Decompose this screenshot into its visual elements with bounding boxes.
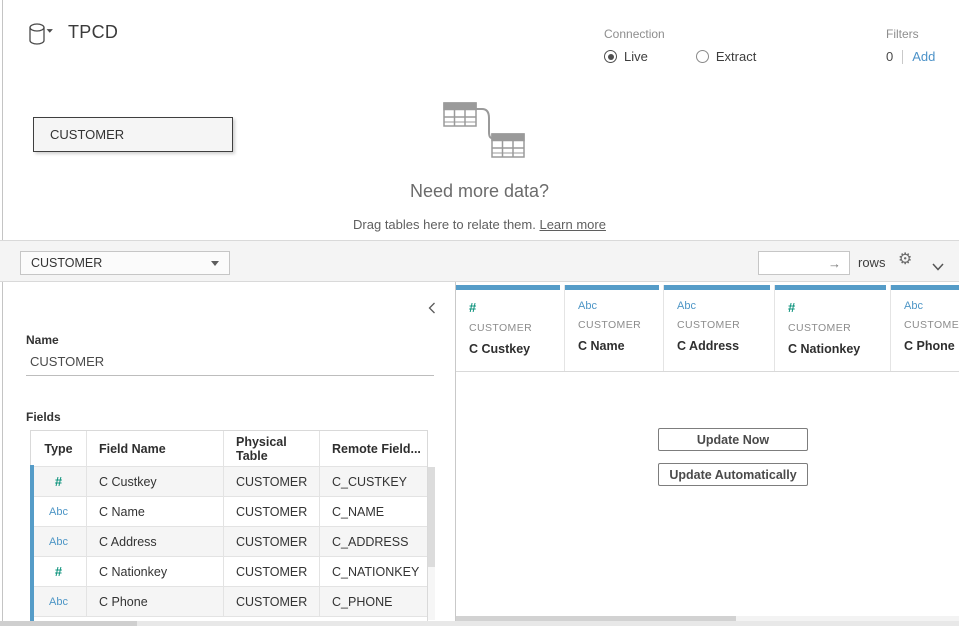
number-type-icon[interactable]: #	[31, 474, 86, 489]
grid-column-c-nationkey[interactable]: # CUSTOMER C Nationkey	[775, 285, 891, 371]
string-type-icon: Abc	[578, 300, 663, 312]
canvas-table-customer[interactable]: CUSTOMER	[33, 117, 233, 152]
update-automatically-button[interactable]: Update Automatically	[658, 463, 808, 486]
caret-down-icon	[47, 29, 53, 33]
grid-column-c-name[interactable]: Abc CUSTOMER C Name	[565, 285, 664, 371]
name-label: Name	[26, 333, 59, 347]
grid-column-c-address[interactable]: Abc CUSTOMER C Address	[664, 285, 775, 371]
divider	[902, 50, 903, 64]
empty-state-title: Need more data?	[0, 181, 959, 202]
filters-count: 0	[886, 49, 893, 64]
table-row[interactable]: Abc C Phone CUSTOMER C_PHONE	[31, 586, 427, 616]
preview-toolbar: CUSTOMER → rows ⚙	[0, 241, 959, 282]
data-preview-grid: # CUSTOMER C Custkey Abc CUSTOMER C Name…	[456, 282, 959, 626]
string-type-icon[interactable]: Abc	[31, 536, 86, 548]
string-type-icon[interactable]: Abc	[31, 506, 86, 518]
name-value-input[interactable]: CUSTOMER	[30, 354, 104, 369]
radio-extract[interactable]: Extract	[696, 49, 756, 64]
database-icon	[28, 22, 58, 48]
tableau-datasource-page: TPCD Connection Live Extract Filters 0 A…	[0, 0, 959, 626]
rows-count-input[interactable]: →	[758, 251, 850, 275]
divider	[26, 375, 434, 376]
table-selector-dropdown[interactable]: CUSTOMER	[20, 251, 230, 275]
table-row[interactable]: # C Nationkey CUSTOMER C_NATIONKEY	[31, 556, 427, 586]
collapse-panel-icon[interactable]	[428, 301, 436, 319]
relate-tables-illustration	[438, 96, 530, 169]
grid-column-c-custkey[interactable]: # CUSTOMER C Custkey	[456, 285, 565, 371]
bottom-scrollbar-thumb[interactable]	[0, 621, 137, 626]
column-header-type[interactable]: Type	[31, 442, 86, 456]
radio-live[interactable]: Live	[604, 49, 648, 64]
column-accent-bar	[664, 285, 770, 290]
column-accent-bar	[891, 285, 959, 290]
connection-label: Connection	[604, 27, 804, 41]
string-type-icon[interactable]: Abc	[31, 596, 86, 608]
datasource-menu-button[interactable]	[28, 22, 58, 48]
divider	[456, 371, 959, 372]
number-type-icon: #	[469, 300, 564, 315]
radio-unselected-icon[interactable]	[696, 50, 709, 63]
table-row[interactable]: Abc C Address CUSTOMER C_ADDRESS	[31, 526, 427, 556]
fields-label: Fields	[26, 410, 61, 424]
column-accent-bar	[775, 285, 886, 290]
filters-section: Filters 0 Add	[886, 27, 935, 64]
grid-column-c-phone[interactable]: Abc CUSTOMER C Phone	[891, 285, 959, 371]
bottom-scrollbar-track[interactable]	[0, 621, 959, 626]
rows-label: rows	[858, 255, 885, 270]
column-accent-bar	[456, 285, 560, 290]
number-type-icon: #	[788, 300, 890, 315]
fields-table: Type Field Name Physical Table Remote Fi…	[30, 430, 428, 623]
connection-section: Connection Live Extract	[604, 27, 804, 64]
gear-icon[interactable]: ⚙	[898, 252, 912, 268]
table-row[interactable]: # C Custkey CUSTOMER C_CUSTKEY	[31, 466, 427, 496]
column-header-field-name[interactable]: Field Name	[86, 431, 223, 466]
column-header-physical-table[interactable]: Physical Table	[223, 431, 319, 466]
filters-label: Filters	[886, 27, 935, 41]
column-accent-bar	[565, 285, 659, 290]
string-type-icon: Abc	[904, 300, 959, 312]
datasource-title[interactable]: TPCD	[68, 22, 118, 43]
fields-table-header: Type Field Name Physical Table Remote Fi…	[31, 431, 427, 466]
table-row[interactable]: Abc C Name CUSTOMER C_NAME	[31, 496, 427, 526]
caret-down-icon	[211, 261, 219, 266]
table-selection-accent-bar	[30, 465, 34, 623]
arrow-right-icon: →	[828, 256, 841, 271]
filters-add-link[interactable]: Add	[912, 49, 935, 64]
radio-selected-icon[interactable]	[604, 50, 617, 63]
number-type-icon[interactable]: #	[31, 564, 86, 579]
left-pane-edge	[2, 0, 3, 626]
string-type-icon: Abc	[677, 300, 774, 312]
empty-state-subtext: Drag tables here to relate them. Learn m…	[0, 217, 959, 232]
chevron-down-icon[interactable]	[932, 258, 944, 276]
column-header-remote-field[interactable]: Remote Field...	[319, 431, 429, 466]
update-now-button[interactable]: Update Now	[658, 428, 808, 451]
fields-table-scrollbar-thumb[interactable]	[428, 467, 435, 567]
learn-more-link[interactable]: Learn more	[539, 217, 605, 232]
